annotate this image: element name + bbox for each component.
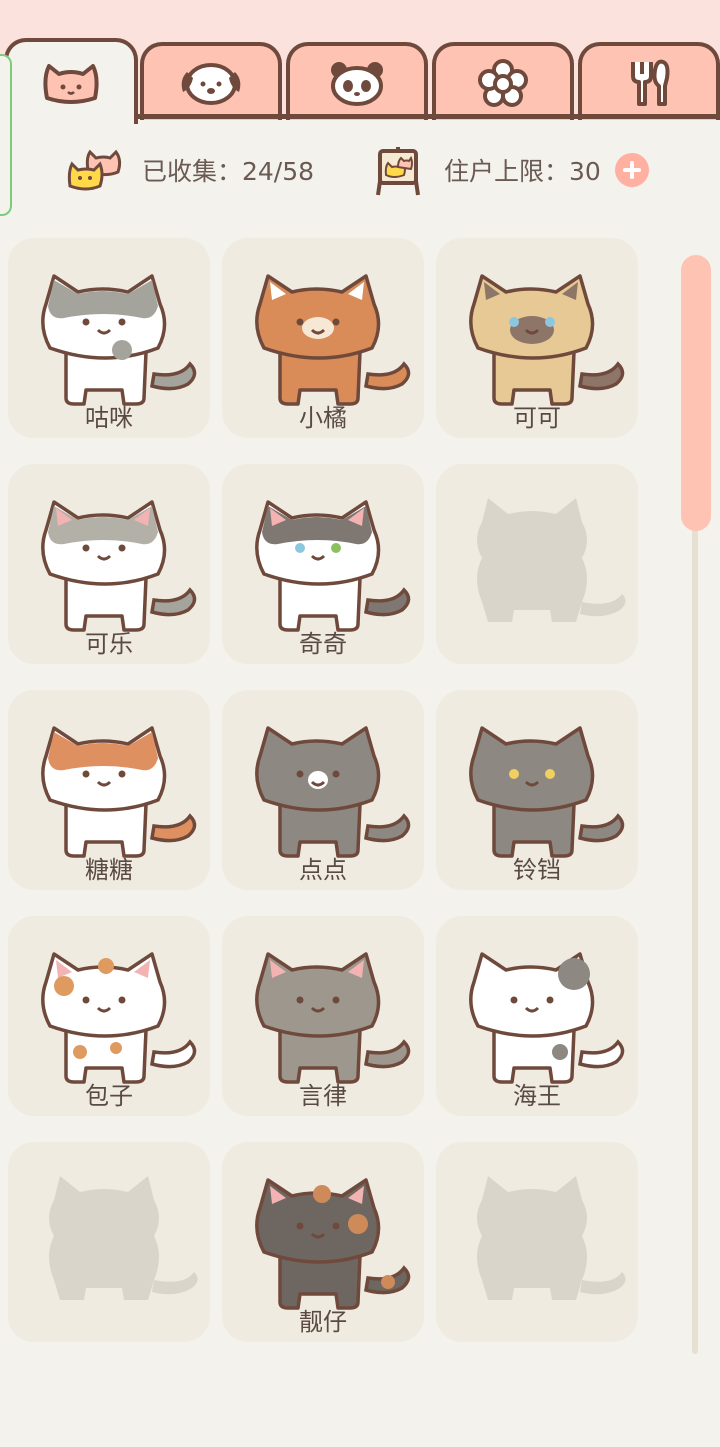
cat-name-label: 奇奇 (299, 630, 347, 658)
cat-sprite (469, 726, 625, 858)
cat-sprite (41, 726, 197, 858)
locked-cat-silhouette (477, 1176, 626, 1300)
cat-card[interactable]: 小橘 (222, 238, 424, 438)
tab-dogs[interactable] (140, 42, 282, 120)
cat-card[interactable]: 包子 (8, 916, 210, 1116)
cat-card[interactable]: 点点 (222, 690, 424, 890)
cat-name-label: 可乐 (85, 630, 133, 658)
cat-sprite (255, 274, 411, 406)
dog-face-icon (181, 63, 241, 105)
cat-name-label: 包子 (85, 1082, 133, 1110)
cat-name-label: 可可 (513, 404, 561, 432)
cat-name-label: 海王 (513, 1082, 561, 1110)
side-panel-edge[interactable] (0, 54, 12, 216)
cat-sprite (255, 500, 411, 632)
cat-name-label: 糖糖 (85, 856, 133, 884)
collected-stat: 已收集：24/58 (66, 140, 314, 200)
cat-sprite (255, 952, 411, 1084)
locked-cat-card[interactable] (436, 464, 638, 664)
tab-flowers[interactable] (432, 42, 574, 120)
cat-heads-icon (67, 149, 122, 191)
cat-sprite (255, 1178, 411, 1310)
cat-sprite (41, 274, 197, 406)
cat-sprite (469, 274, 625, 406)
cat-card[interactable]: 言律 (222, 916, 424, 1116)
locked-cat-silhouette (477, 498, 626, 622)
cat-card[interactable]: 糖糖 (8, 690, 210, 890)
cat-face-icon (43, 64, 99, 104)
cat-name-label: 言律 (299, 1082, 347, 1110)
cat-name-label: 铃铛 (513, 856, 561, 884)
cat-card[interactable]: 铃铛 (436, 690, 638, 890)
tab-food[interactable] (578, 42, 720, 120)
locked-cat-card[interactable] (436, 1142, 638, 1342)
category-tabs (0, 38, 720, 124)
resident-limit-stat: 住户上限：30 (370, 140, 649, 200)
cat-sprite (469, 952, 625, 1084)
cat-card[interactable]: 奇奇 (222, 464, 424, 664)
cat-card[interactable]: 可可 (436, 238, 638, 438)
add-resident-button[interactable] (614, 153, 649, 187)
cat-card[interactable]: 靓仔 (222, 1142, 424, 1342)
cat-card[interactable]: 咕咪 (8, 238, 210, 438)
tab-pandas[interactable] (286, 42, 428, 120)
cat-name-label: 靓仔 (299, 1308, 347, 1336)
cat-card[interactable]: 可乐 (8, 464, 210, 664)
cat-card[interactable]: 海王 (436, 916, 638, 1116)
cat-name-label: 小橘 (299, 404, 347, 432)
cat-sprite (255, 726, 411, 858)
panda-face-icon (331, 62, 383, 106)
collection-stats: 已收集：24/58 住户上限：30 (0, 140, 720, 200)
resident-limit-label: 住户上限：30 (444, 157, 601, 186)
locked-cat-silhouette (49, 1176, 198, 1300)
cat-name-label: 点点 (299, 856, 347, 884)
fork-spoon-icon (631, 59, 670, 106)
locked-cat-card[interactable] (8, 1142, 210, 1342)
flower-icon (478, 59, 528, 107)
cat-sprite (41, 952, 197, 1084)
cat-name-label: 咕咪 (85, 404, 133, 432)
cat-sprite (41, 500, 197, 632)
collected-label: 已收集：24/58 (142, 157, 315, 186)
tab-cats[interactable] (4, 38, 138, 124)
signboard-icon (376, 147, 420, 196)
scrollbar-thumb[interactable] (681, 255, 711, 531)
